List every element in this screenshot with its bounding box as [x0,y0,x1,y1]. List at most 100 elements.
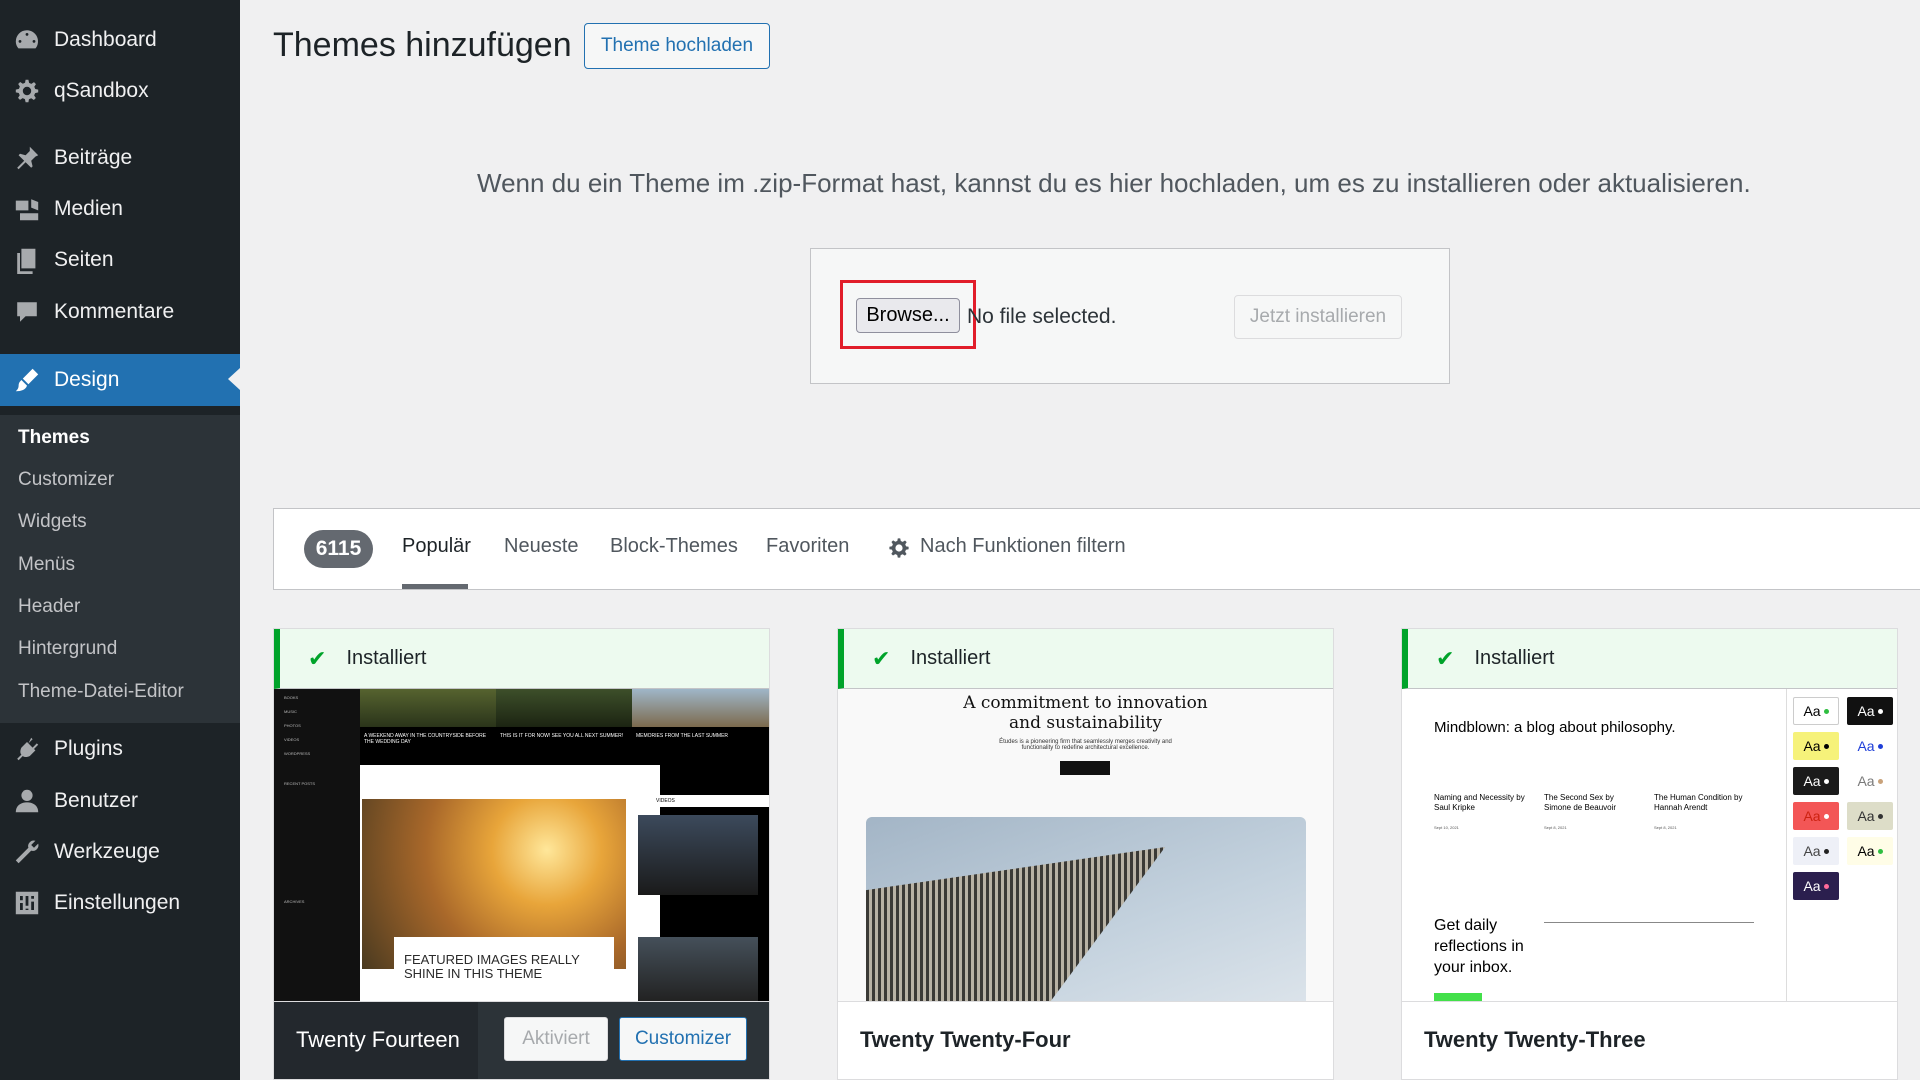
menu-item-beitraege[interactable]: Beiträge [0,133,240,183]
customizer-button[interactable]: Customizer [619,1017,747,1061]
theme-screenshot[interactable]: Mindblown: a blog about philosophy. Nami… [1402,689,1897,1001]
install-now-button[interactable]: Jetzt installieren [1234,295,1402,339]
admin-sidebar: Dashboard qSandbox Beiträge Medien Seite… [0,0,240,1080]
submenu-item-widgets[interactable]: Widgets [18,511,87,533]
settings-icon [0,889,54,917]
pin-icon [0,144,54,172]
theme-card-twenty-fourteen[interactable]: ✔ Installiert BOOKS MUSIC PHOTOS VIDEOS … [273,628,770,1080]
menu-item-seiten[interactable]: Seiten [0,235,240,285]
preview-post-date: Sept 10, 2021 [1434,825,1459,830]
menu-item-benutzer[interactable]: Benutzer [0,776,240,826]
style-swatch[interactable]: Aa [1847,697,1893,725]
menu-item-design[interactable]: Design [0,354,240,406]
installed-notice: ✔ Installiert [1402,629,1897,689]
upload-theme-button[interactable]: Theme hochladen [584,23,770,69]
tab-latest[interactable]: Neueste [504,535,579,558]
theme-screenshot[interactable]: A commitment to innovation and sustainab… [838,689,1333,1001]
preview-side-link: ARCHIVES [284,899,305,904]
dashboard-icon [0,26,54,54]
menu-item-plugins[interactable]: Plugins [0,724,240,774]
submenu-item-customizer[interactable]: Customizer [18,469,114,491]
theme-count-badge: 6115 [304,530,373,568]
theme-name: Twenty Twenty-Three [1424,1027,1646,1052]
style-swatch[interactable]: Aa [1793,767,1839,795]
design-submenu: Themes Customizer Widgets Menüs Header H… [0,415,240,723]
installed-notice: ✔ Installiert [274,629,769,689]
pages-icon [0,246,54,274]
style-swatch[interactable]: Aa [1793,697,1839,725]
preview-newsletter: Get daily reflections in your inbox. [1434,917,1524,976]
preview-headline: A WEEKEND AWAY IN THE COUNTRYSIDE BEFORE… [364,733,487,745]
menu-item-kommentare[interactable]: Kommentare [0,287,240,337]
tab-block-themes[interactable]: Block-Themes [610,535,738,558]
menu-label: Benutzer [54,789,139,812]
menu-label: Medien [54,197,123,220]
submenu-item-menus[interactable]: Menüs [18,554,75,576]
style-swatch[interactable]: Aa [1847,732,1893,760]
installed-label: Installiert [346,647,427,669]
menu-label: Plugins [54,737,123,760]
installed-label: Installiert [910,647,991,669]
menu-label: Seiten [54,248,114,271]
gear-icon [0,77,54,105]
media-icon [0,195,54,223]
preview-sidebar: BOOKS MUSIC PHOTOS VIDEOS WORDPRESS RECE… [274,689,360,1001]
menu-item-werkzeuge[interactable]: Werkzeuge [0,827,240,877]
preview-button [1060,761,1110,775]
theme-card-twenty-twenty-three[interactable]: ✔ Installiert Mindblown: a blog about ph… [1401,628,1898,1080]
active-tab-indicator [402,584,468,589]
theme-screenshot[interactable]: BOOKS MUSIC PHOTOS VIDEOS WORDPRESS RECE… [274,689,769,1001]
style-swatch[interactable]: Aa [1847,802,1893,830]
submenu-item-theme-file-editor[interactable]: Theme-Datei-Editor [18,681,184,703]
style-swatch[interactable]: Aa [1793,732,1839,760]
checkmark-icon: ✔ [1436,645,1455,671]
preview-mail-button [1434,993,1482,1001]
preview-image-strip [360,689,496,727]
preview-side-link: WORDPRESS [284,751,311,756]
tab-feature-filter[interactable]: Nach Funktionen filtern [920,535,1126,558]
theme-card-footer: Twenty Fourteen Aktiviert Customizer [274,1001,769,1079]
preview-subtitle: Études is a pioneering firm that seamles… [999,739,1172,751]
gear-icon[interactable] [887,536,911,560]
menu-item-medien[interactable]: Medien [0,184,240,234]
preview-side-link: BOOKS [284,695,299,700]
browse-button[interactable]: Browse... [856,298,960,333]
style-swatch[interactable]: Aa [1847,837,1893,865]
preview-headline: THIS IS IT FOR NOW! SEE YOU ALL NEXT SUM… [500,733,624,739]
theme-card-twenty-twenty-four[interactable]: ✔ Installiert A commitment to innovation… [837,628,1334,1080]
installed-label: Installiert [1474,647,1555,669]
style-variation-swatches: Aa Aa Aa Aa Aa Aa Aa Aa Aa Aa Aa [1786,689,1897,1001]
tab-popular[interactable]: Populär [402,535,471,558]
activated-button[interactable]: Aktiviert [504,1017,608,1061]
preview-side-link: VIDEOS [284,737,300,742]
preview-post-date: Sept 8, 2021 [1544,825,1567,830]
style-swatch[interactable]: Aa [1793,802,1839,830]
preview-divider [1544,922,1754,923]
preview-video-thumb [638,815,758,895]
preview-post-title: The Human Condition by Hannah Arendt [1654,793,1743,812]
menu-label: Kommentare [54,300,175,323]
preview-videos-label: VIDEOS [638,795,769,807]
theme-card-footer: Twenty Twenty-Three [1402,1001,1897,1079]
submenu-item-themes[interactable]: Themes [18,427,90,449]
brush-icon [0,366,54,394]
tab-favorites[interactable]: Favoriten [766,535,849,558]
style-swatch[interactable]: Aa [1847,767,1893,795]
submenu-item-background[interactable]: Hintergrund [18,638,117,660]
preview-side-link: MUSIC [284,709,297,714]
menu-item-einstellungen[interactable]: Einstellungen [0,878,240,928]
menu-item-dashboard[interactable]: Dashboard [0,15,240,65]
preview-headline: MEMORIES FROM THE LAST SUMMER [636,733,729,739]
submenu-item-header[interactable]: Header [18,596,80,618]
preview-image-strip [496,689,632,727]
upload-hint: Wenn du ein Theme im .zip-Format hast, k… [477,168,1751,198]
menu-item-qsandbox[interactable]: qSandbox [0,66,240,116]
style-swatch[interactable]: Aa [1793,872,1839,900]
page-title: Themes hinzufügen [273,26,572,64]
preview-side-link: PHOTOS [284,723,301,728]
menu-label: Dashboard [54,28,157,51]
menu-label: Werkzeuge [54,840,160,863]
style-swatch[interactable]: Aa [1793,837,1839,865]
plugin-icon [0,735,54,763]
preview-caption-box: FEATURED IMAGES REALLY SHINE IN THIS THE… [394,937,614,1001]
